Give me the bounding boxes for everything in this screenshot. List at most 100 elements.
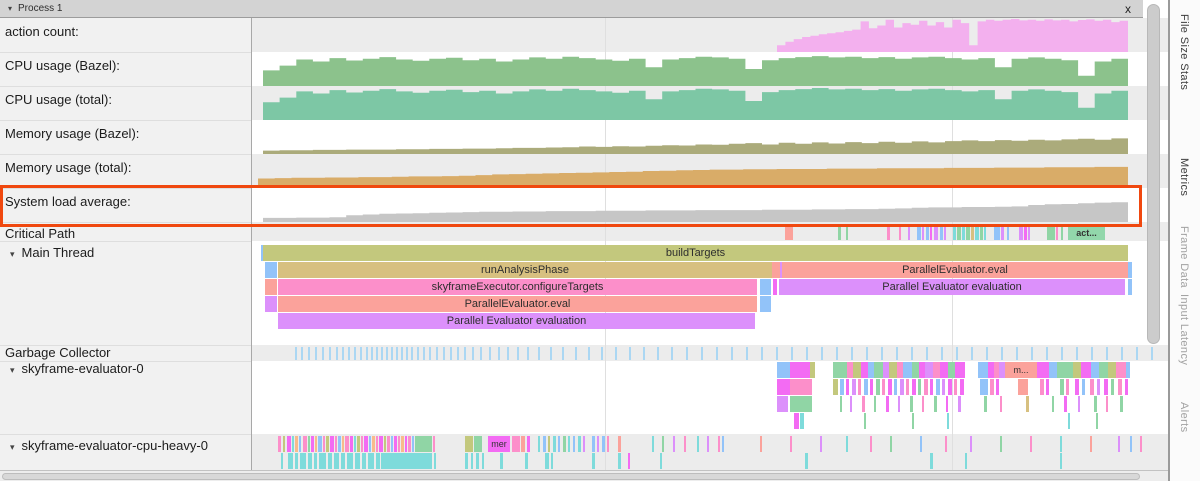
critical-path-event[interactable] [984,226,986,240]
cpu-heavy-event[interactable] [628,453,630,469]
trace-slice-parallelevaluator-eval[interactable]: ParallelEvaluator.eval [782,262,1128,278]
gc-event[interactable] [517,347,519,360]
cpu-heavy-event[interactable] [846,436,848,452]
critical-path-event[interactable] [1007,226,1009,240]
trace-slice[interactable] [1128,262,1132,278]
cpu-heavy-event[interactable] [330,436,334,452]
critical-path-event[interactable] [962,226,965,240]
critical-path-event[interactable] [917,226,921,240]
gc-event[interactable] [450,347,452,360]
critical-path-badge[interactable]: act... [1068,226,1105,240]
gc-event[interactable] [527,347,529,360]
gc-event[interactable] [671,347,673,360]
critical-path-event[interactable] [930,226,932,240]
gc-event[interactable] [429,347,431,360]
gc-event[interactable] [1046,347,1048,360]
cpu-heavy-event[interactable] [471,453,473,469]
cpu-heavy-event[interactable] [474,436,482,452]
cpu-heavy-event[interactable] [391,436,393,452]
evaluator0-event[interactable] [1064,396,1067,412]
evaluator0-event[interactable] [900,379,904,395]
gc-event[interactable] [562,347,564,360]
evaluator0-event[interactable] [942,379,945,395]
cpu-heavy-event[interactable] [412,436,414,452]
evaluator0-event[interactable] [948,362,955,378]
evaluator0-event[interactable] [790,379,812,395]
gc-event[interactable] [1076,347,1078,360]
cpu-heavy-event[interactable] [345,436,349,452]
evaluator0-event[interactable] [1104,379,1108,395]
collapse-arrow-icon[interactable]: ▾ [10,442,15,452]
gc-event[interactable] [1001,347,1003,360]
gc-event[interactable] [588,347,590,360]
cpu-heavy-event[interactable] [920,436,922,452]
gc-event[interactable] [376,347,378,360]
cpu-heavy-event[interactable] [338,436,341,452]
cpu-heavy-event[interactable] [433,436,435,452]
evaluator0-event[interactable] [955,362,965,378]
tab-input-latency[interactable]: Input Latency [1178,294,1190,365]
gc-event[interactable] [371,347,373,360]
cpu-heavy-event[interactable] [408,436,411,452]
gc-event[interactable] [396,347,398,360]
evaluator0-event[interactable] [946,396,948,412]
evaluator0-event[interactable] [846,379,849,395]
evaluator0-event[interactable] [1116,362,1126,378]
counter-chart-cpu-usage-total[interactable] [263,86,1128,120]
cpu-heavy-event[interactable] [415,436,432,452]
cpu-heavy-event[interactable] [319,453,326,469]
evaluator0-event[interactable] [1082,379,1085,395]
counter-chart-cpu-usage-bazel[interactable] [263,52,1128,86]
tab-alerts[interactable]: Alerts [1178,402,1190,433]
evaluator0-event[interactable] [990,379,994,395]
evaluator0-event[interactable] [1096,413,1098,429]
evaluator0-event[interactable] [1090,379,1094,395]
gc-event[interactable] [701,347,703,360]
evaluator0-event[interactable] [894,379,897,395]
evaluator0-event[interactable] [936,379,940,395]
gc-event[interactable] [401,347,403,360]
evaluator0-event[interactable] [1106,396,1108,412]
horizontal-scrollbar[interactable] [0,470,1168,481]
cpu-heavy-event[interactable] [527,436,530,452]
trace-slice[interactable] [780,262,782,278]
cpu-heavy-event[interactable] [558,436,560,452]
gc-event[interactable] [1136,347,1138,360]
cpu-heavy-event[interactable] [583,436,585,452]
cpu-heavy-event[interactable] [722,436,724,452]
cpu-heavy-event[interactable] [870,436,872,452]
evaluator0-event[interactable] [1091,362,1099,378]
gc-event[interactable] [926,347,928,360]
evaluator0-event[interactable] [912,413,914,429]
trace-slice-parallelevaluator-eval[interactable]: ParallelEvaluator.eval [278,296,757,312]
cpu-heavy-event[interactable] [573,436,575,452]
gc-event[interactable] [791,347,793,360]
evaluator0-event[interactable] [777,362,790,378]
cpu-heavy-event[interactable] [381,453,432,469]
cpu-heavy-event[interactable] [592,436,595,452]
cpu-heavy-event[interactable] [592,453,595,469]
gc-event[interactable] [348,347,350,360]
cpu-heavy-event[interactable] [318,436,322,452]
cpu-heavy-event[interactable] [930,453,933,469]
trace-slice[interactable] [760,296,771,312]
evaluator0-event[interactable] [996,379,999,395]
cpu-heavy-event[interactable] [553,436,556,452]
gc-event[interactable] [601,347,603,360]
gc-event[interactable] [301,347,303,360]
cpu-heavy-event[interactable] [300,453,306,469]
cpu-heavy-event[interactable] [697,436,699,452]
evaluator0-event[interactable] [898,396,900,412]
cpu-heavy-event[interactable] [1090,436,1092,452]
evaluator0-event[interactable] [790,396,812,412]
gc-event[interactable] [881,347,883,360]
gc-event[interactable] [1016,347,1018,360]
evaluator0-event[interactable] [1066,379,1069,395]
trace-slice[interactable] [772,262,780,278]
gc-event[interactable] [821,347,823,360]
evaluator0-event[interactable] [930,379,933,395]
gc-event[interactable] [411,347,413,360]
evaluator0-event[interactable] [1097,379,1100,395]
critical-path-event[interactable] [1061,226,1063,240]
cpu-heavy-event[interactable] [295,453,298,469]
